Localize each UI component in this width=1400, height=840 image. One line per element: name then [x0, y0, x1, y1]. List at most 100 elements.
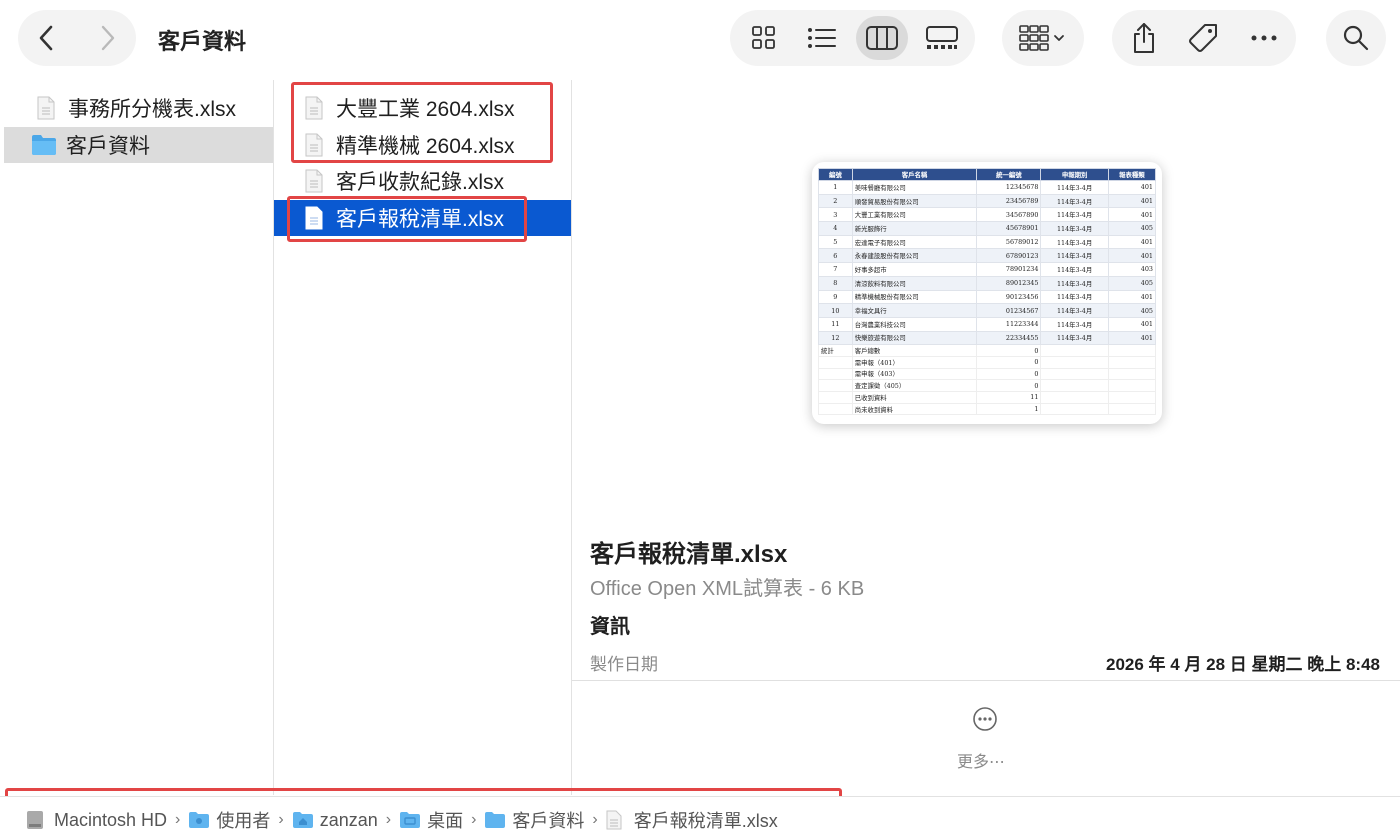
table-cell: 3 [818, 207, 853, 223]
table-cell: 114年3-4月 [1040, 330, 1109, 346]
created-date-value: 2026 年 4 月 28 日 星期二 晚上 8:48 [1106, 655, 1380, 674]
table-cell: 56789012 [976, 234, 1042, 250]
summary-cell: 0 [976, 355, 1042, 369]
table-cell: 405 [1107, 303, 1157, 318]
summary-cell [818, 355, 853, 369]
highlight-box [287, 196, 527, 242]
summary-cell: 0 [976, 344, 1042, 357]
table-row: 7 好事多超市 78901234 114年3-4月 403 [818, 262, 1157, 277]
breadcrumb-label: 客戶報稅清單.xlsx [633, 811, 778, 831]
tag-button[interactable] [1178, 16, 1230, 60]
table-cell: 401 [1107, 180, 1157, 195]
folder-icon [30, 131, 58, 159]
table-cell: 45678901 [976, 221, 1042, 236]
summary-cell [1107, 355, 1157, 369]
summary-cell [1107, 379, 1157, 392]
file-item-extension-list[interactable]: 事務所分機表.xlsx [4, 90, 273, 126]
table-cell: 12345678 [976, 180, 1042, 195]
share-button[interactable] [1118, 16, 1170, 60]
breadcrumb-item-macintosh-hd[interactable]: Macintosh HD [26, 809, 167, 831]
breadcrumb-label: 桌面 [427, 811, 464, 831]
table-cell: 401 [1107, 316, 1157, 332]
table-cell: 114年3-4月 [1040, 207, 1109, 223]
summary-cell [1040, 367, 1109, 381]
summary-cell [1040, 391, 1109, 404]
folder-icon [484, 809, 506, 831]
table-cell: 永春建設股份有限公司 [851, 248, 978, 264]
summary-cell: 查定課徵（405） [851, 379, 978, 392]
more-circle-icon[interactable] [972, 706, 998, 732]
table-cell: 宏達電子有限公司 [851, 234, 978, 250]
search-icon [1343, 25, 1369, 51]
users-folder-icon [188, 809, 210, 831]
back-button[interactable] [18, 10, 76, 66]
view-switcher [730, 10, 975, 66]
breadcrumb-item-desktop[interactable]: 桌面 [399, 807, 463, 833]
summary-row: 需申報（401） 0 [818, 355, 1157, 369]
table-cell: 幸福文具行 [851, 303, 978, 318]
summary-row: 尚未收到資料 1 [818, 402, 1157, 416]
table-cell: 401 [1107, 248, 1157, 264]
table-cell: 5 [818, 234, 853, 250]
table-cell: 4 [818, 221, 853, 236]
icon-view-button[interactable] [738, 16, 790, 60]
group-icon [1019, 25, 1064, 51]
summary-cell [1107, 402, 1157, 416]
breadcrumb-item-users[interactable]: 使用者 [188, 807, 270, 833]
summary-cell [1107, 391, 1157, 404]
breadcrumb-item-client-data[interactable]: 客戶資料 [484, 807, 584, 833]
table-body: 1 美味餐廳有限公司 12345678 114年3-4月 401 2 順發貿易股份有限公司 2… [818, 180, 1157, 416]
chevron-left-icon [39, 25, 53, 51]
table-cell: 22334455 [976, 330, 1042, 346]
gallery-view-button[interactable] [916, 16, 968, 60]
grid-icon [752, 26, 775, 49]
preview-file-name: 客戶報稅清單.xlsx [590, 541, 788, 568]
table-cell: 114年3-4月 [1040, 275, 1109, 291]
summary-cell [818, 391, 853, 404]
summary-cell: 客戶總數 [851, 344, 978, 357]
column-header: 報表種類 [1107, 168, 1157, 181]
table-row: 10 幸福文具行 01234567 114年3-4月 405 [818, 303, 1157, 318]
table-cell: 401 [1107, 193, 1157, 209]
more-button-label[interactable]: 更多⋯ [957, 748, 1005, 772]
table-cell: 401 [1107, 289, 1157, 305]
summary-cell [818, 379, 853, 392]
spreadsheet-file-icon [606, 809, 628, 831]
list-view-button[interactable] [796, 16, 848, 60]
table-cell: 90123456 [976, 289, 1042, 305]
table-cell: 12 [818, 330, 853, 346]
chevron-right-icon: › [385, 811, 392, 828]
breadcrumb-label: zanzan [319, 809, 378, 830]
summary-row: 查定課徵（405） 0 [818, 379, 1157, 392]
table-cell: 401 [1107, 234, 1157, 250]
group-by-button[interactable] [1002, 10, 1084, 66]
preview-pane: 編號 客戶名稱 統一編號 申報期別 報表種類 1 美味餐廳有限公司 12345678… [572, 80, 1400, 795]
table-cell: 快樂旅遊有限公司 [851, 330, 978, 346]
more-actions-button[interactable] [1238, 16, 1290, 60]
table-cell: 11 [818, 316, 853, 332]
summary-cell: 尚未收到資料 [851, 402, 978, 416]
file-item-receipts[interactable]: 客戶收款紀錄.xlsx [274, 163, 571, 199]
column-header: 申報期別 [1040, 168, 1109, 181]
table-row: 5 宏達電子有限公司 56789012 114年3-4月 401 [818, 234, 1157, 250]
table-cell: 114年3-4月 [1040, 262, 1109, 277]
breadcrumb-item-file[interactable]: 客戶報稅清單.xlsx [606, 807, 778, 833]
spreadsheet-file-icon [300, 167, 328, 195]
folder-item-client-data[interactable]: 客戶資料 [4, 127, 273, 163]
ellipsis-icon [1251, 35, 1277, 41]
table-cell: 89012345 [976, 275, 1042, 291]
highlight-box [291, 82, 553, 163]
chevron-right-icon: › [471, 811, 477, 828]
summary-cell: 統計 [818, 344, 853, 357]
spreadsheet-thumbnail[interactable]: 編號 客戶名稱 統一編號 申報期別 報表種類 1 美味餐廳有限公司 12345678… [812, 162, 1162, 424]
summary-cell [1040, 402, 1109, 416]
table-cell: 405 [1107, 221, 1157, 236]
breadcrumb-item-home[interactable]: zanzan [292, 809, 378, 831]
column-view-button[interactable] [856, 16, 908, 60]
summary-cell: 0 [976, 367, 1042, 381]
breadcrumb-label: 使用者 [216, 811, 271, 831]
chevron-right-icon [101, 25, 115, 51]
forward-button[interactable] [78, 10, 136, 66]
table-cell: 美味餐廳有限公司 [851, 180, 978, 195]
search-button[interactable] [1326, 10, 1386, 66]
